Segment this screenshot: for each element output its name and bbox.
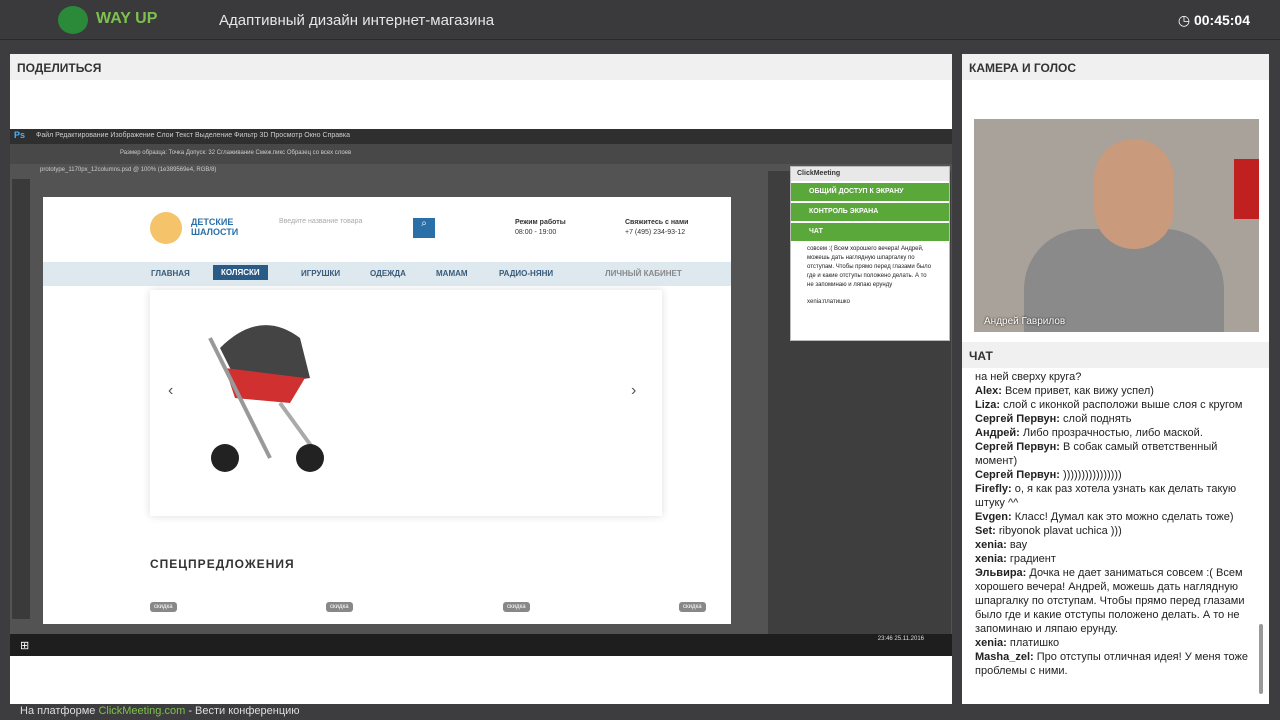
hero-slider: [150, 290, 662, 516]
control-screen-button[interactable]: КОНТРОЛЬ ЭКРАНА: [791, 203, 949, 221]
search-icon: ⌕: [413, 218, 435, 238]
sale-badge: скидка: [679, 602, 706, 612]
chevron-left-icon: ‹: [168, 382, 174, 399]
cm-chat-button[interactable]: ЧАТ: [791, 223, 949, 241]
logo-text: WAY UP: [96, 10, 158, 27]
rocket-logo-icon: [58, 6, 88, 34]
chat-message: Сергей Первун: слой поднять: [975, 413, 1132, 425]
clock-icon: ◷: [1177, 12, 1194, 28]
ps-canvas[interactable]: ДЕТСКИЕ ШАЛОСТИ Введите название товара …: [43, 197, 731, 624]
chat-message: Сергей Первун: )))))))))))))))): [975, 469, 1122, 481]
chat-message: Evgen: Класс! Думал как это можно сделат…: [975, 511, 1234, 523]
site-nav: ГЛАВНАЯ КОЛЯСКИ ИГРУШКИ ОДЕЖДА МАМАМ РАД…: [43, 262, 731, 286]
baby-logo-icon: [150, 212, 182, 244]
nav-item: ИГРУШКИ: [301, 269, 341, 278]
cm-chat-text: совсем :( Всем хорошего вечера! Андрей, …: [807, 246, 932, 288]
nav-item: ЛИЧНЫЙ КАБИНЕТ: [605, 269, 682, 278]
chat-message: Эльвира: Дочка не дает заниматься совсем…: [975, 567, 1245, 635]
cm-chat-last: xenia:платишко: [807, 299, 850, 305]
clickmeeting-overlay[interactable]: ClickMeeting ОБЩИЙ ДОСТУП К ЭКРАНУ КОНТР…: [790, 166, 950, 341]
taskbar-clock: 23:46 25.11.2016: [877, 636, 924, 642]
stroller-image: [208, 325, 324, 472]
footer: На платформе ClickMeeting.com - Вести ко…: [20, 705, 300, 717]
sale-badge: скидка: [326, 602, 353, 612]
chat-message: xenia: платишко: [975, 637, 1060, 649]
ps-toolbar[interactable]: [12, 179, 30, 619]
sale-badge: скидка: [503, 602, 530, 612]
presenter-video: Андрей Гаврилов: [974, 119, 1259, 332]
camera-panel: КАМЕРА И ГОЛОС Андрей Гаврилов ЧАТ на не…: [962, 54, 1269, 704]
chat-message: Alex: Всем привет, как вижу успел): [975, 385, 1154, 397]
site-hours: Режим работы 08:00 - 19:00: [515, 219, 566, 236]
ps-doc-tab[interactable]: prototype_1170px_12columns.psd @ 100% (1…: [40, 167, 216, 173]
share-screen-button[interactable]: ОБЩИЙ ДОСТУП К ЭКРАНУ: [791, 183, 949, 201]
chat-message: Firefly: о, я как раз хотела узнать как …: [975, 483, 1237, 509]
chevron-right-icon: ›: [631, 382, 637, 399]
presenter-face: [1094, 139, 1174, 249]
nav-item: КОЛЯСКИ: [213, 265, 268, 280]
top-bar: WAY UP Адаптивный дизайн интернет-магази…: [0, 0, 1280, 40]
chat-scrollbar[interactable]: [1259, 624, 1263, 694]
ps-menubar[interactable]: Ps Файл Редактирование Изображение Слои Т…: [10, 129, 952, 144]
site-contact: Свяжитесь с нами +7 (495) 234-93-12: [625, 219, 689, 236]
nav-item: ОДЕЖДА: [370, 269, 406, 278]
chat-message: Set: ribyonok plavat uchica ))): [975, 525, 1122, 537]
chat-message: xenia: градиент: [975, 553, 1056, 565]
nav-item: ГЛАВНАЯ: [151, 269, 190, 278]
site-search: Введите название товара: [279, 218, 363, 225]
chat-message: Андрей: Либо прозрачностью, либо маской.: [975, 427, 1203, 439]
ps-options-bar[interactable]: Размер образца: Точка Допуск: 32 Сглажив…: [10, 144, 952, 164]
cm-title: ClickMeeting: [791, 167, 949, 181]
nav-item: РАДИО-НЯНИ: [499, 269, 554, 278]
nav-item: МАМАМ: [436, 269, 468, 278]
windows-start-icon[interactable]: ⊞: [20, 639, 29, 652]
session-timer: ◷ 00:45:04: [1177, 12, 1250, 28]
camera-heading: КАМЕРА И ГОЛОС: [962, 54, 1269, 80]
offers-heading: СПЕЦПРЕДЛОЖЕНИЯ: [150, 557, 295, 571]
ps-logo-icon: Ps: [14, 130, 26, 140]
page-title: Адаптивный дизайн интернет-магазина: [219, 12, 495, 29]
chat-message: на ней сверху круга?: [975, 371, 1082, 383]
chat-message: Liza: слой с иконкой расположи выше слоя…: [975, 399, 1243, 411]
wall-art: [1234, 159, 1259, 219]
chat-message: xenia: вау: [975, 539, 1028, 551]
chat-message: Сергей Первун: В собак самый ответственн…: [975, 441, 1218, 467]
windows-taskbar[interactable]: ⊞ 23:46 25.11.2016: [10, 634, 952, 656]
chat-message: Masha_zel: Про отступы отличная идея! У …: [975, 651, 1248, 677]
site-brand: ДЕТСКИЕ ШАЛОСТИ: [191, 217, 239, 237]
share-heading: ПОДЕЛИТЬСЯ: [10, 54, 952, 80]
presenter-name: Андрей Гаврилов: [984, 316, 1066, 327]
chat-log: на ней сверху круга? Alex: Всем привет, к…: [975, 370, 1255, 700]
share-panel: ПОДЕЛИТЬСЯ Ps Файл Редактирование Изображ…: [10, 54, 952, 704]
chat-heading: ЧАТ: [962, 342, 1269, 368]
sale-badge: скидка: [150, 602, 177, 612]
clickmeeting-link[interactable]: ClickMeeting.com: [98, 705, 185, 717]
